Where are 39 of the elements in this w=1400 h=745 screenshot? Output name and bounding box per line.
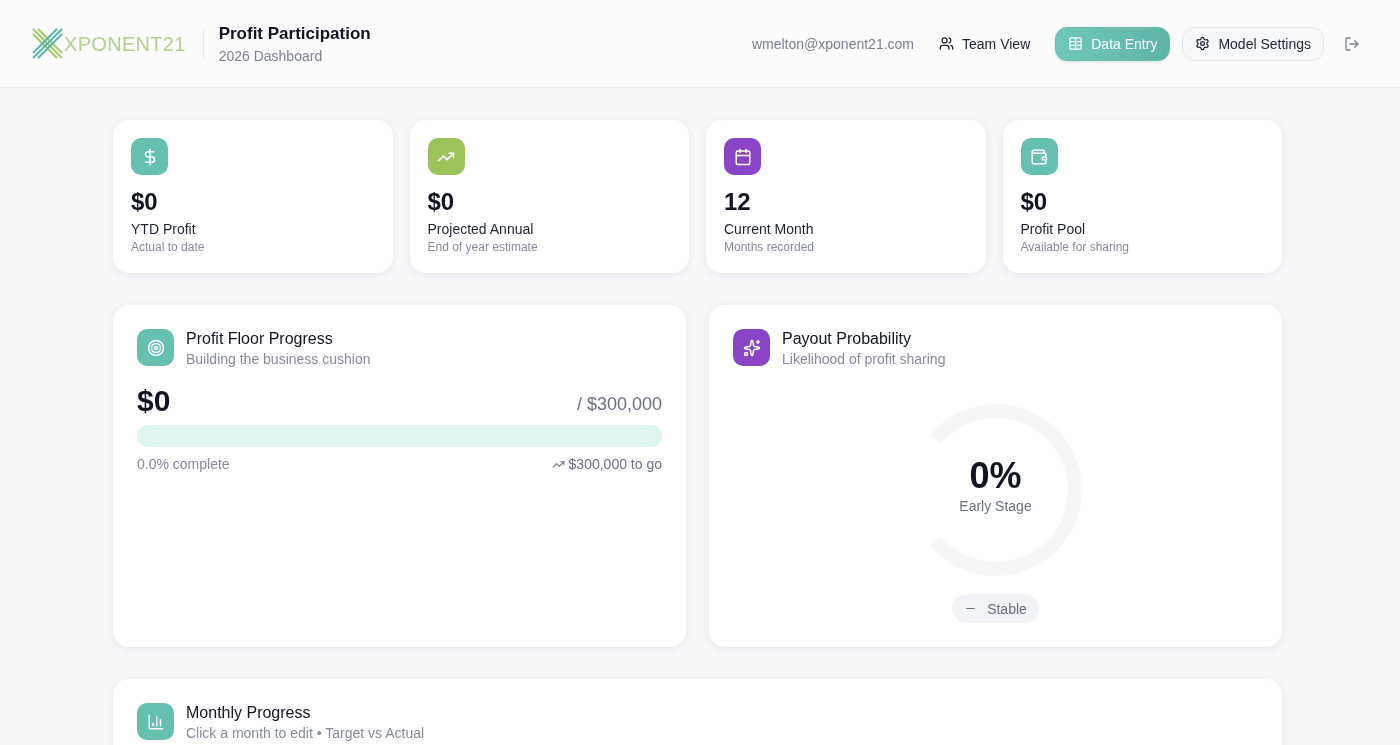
stat-value: $0	[427, 187, 456, 217]
trend-label: Stable	[987, 599, 1027, 619]
stat-label: YTD Profit	[131, 220, 197, 239]
user-email: wmelton@xponent21.com	[751, 34, 915, 54]
target-icon	[137, 329, 174, 366]
logo-text: XPONENT21	[64, 33, 186, 54]
stat-caption: End of year estimate	[427, 239, 539, 255]
stage-label: Early Stage	[959, 497, 1032, 516]
stat-caption: Available for sharing	[1020, 239, 1130, 255]
percent-complete: 0.0% complete	[137, 455, 230, 474]
stat-value: $0	[131, 187, 159, 217]
nav-button[interactable]: Model Settings	[1182, 26, 1324, 61]
logout-icon	[1344, 35, 1360, 52]
page-title: Profit Participation	[218, 22, 371, 45]
stat-caption: Actual to date	[131, 239, 206, 255]
page-subtitle: 2026 Dashboard	[218, 46, 324, 66]
panel-title: Payout Probability	[782, 329, 912, 349]
remaining-amount: $300,000 to go	[568, 455, 662, 474]
sparkle-icon	[733, 329, 770, 366]
stat-label: Projected Annual	[427, 220, 535, 239]
users-icon	[939, 36, 955, 51]
panel-subtitle: Building the business cushion	[186, 350, 371, 369]
stat-label: Profit Pool	[1020, 220, 1087, 239]
stat-caption: Months recorded	[724, 239, 816, 255]
settings-icon	[1195, 36, 1211, 51]
target-amount: / $300,000	[576, 393, 662, 416]
nav-button[interactable]: Team View	[926, 26, 1044, 61]
stat-label: Current Month	[724, 220, 815, 239]
probability-value: 0%	[969, 456, 1022, 496]
bar-chart-icon	[137, 703, 174, 740]
panel-subtitle: Click a month to edit • Target vs Actual	[186, 724, 425, 743]
logo-icon	[32, 28, 63, 59]
panel-title: Monthly Progress	[186, 703, 312, 723]
stat-value: 12	[724, 187, 752, 217]
panel-subtitle: Likelihood of profit sharing	[782, 350, 946, 369]
current-amount: $0	[137, 383, 171, 419]
stat-value: $0	[1020, 187, 1049, 217]
panel-title: Profit Floor Progress	[186, 329, 334, 349]
table-icon	[1068, 36, 1084, 51]
